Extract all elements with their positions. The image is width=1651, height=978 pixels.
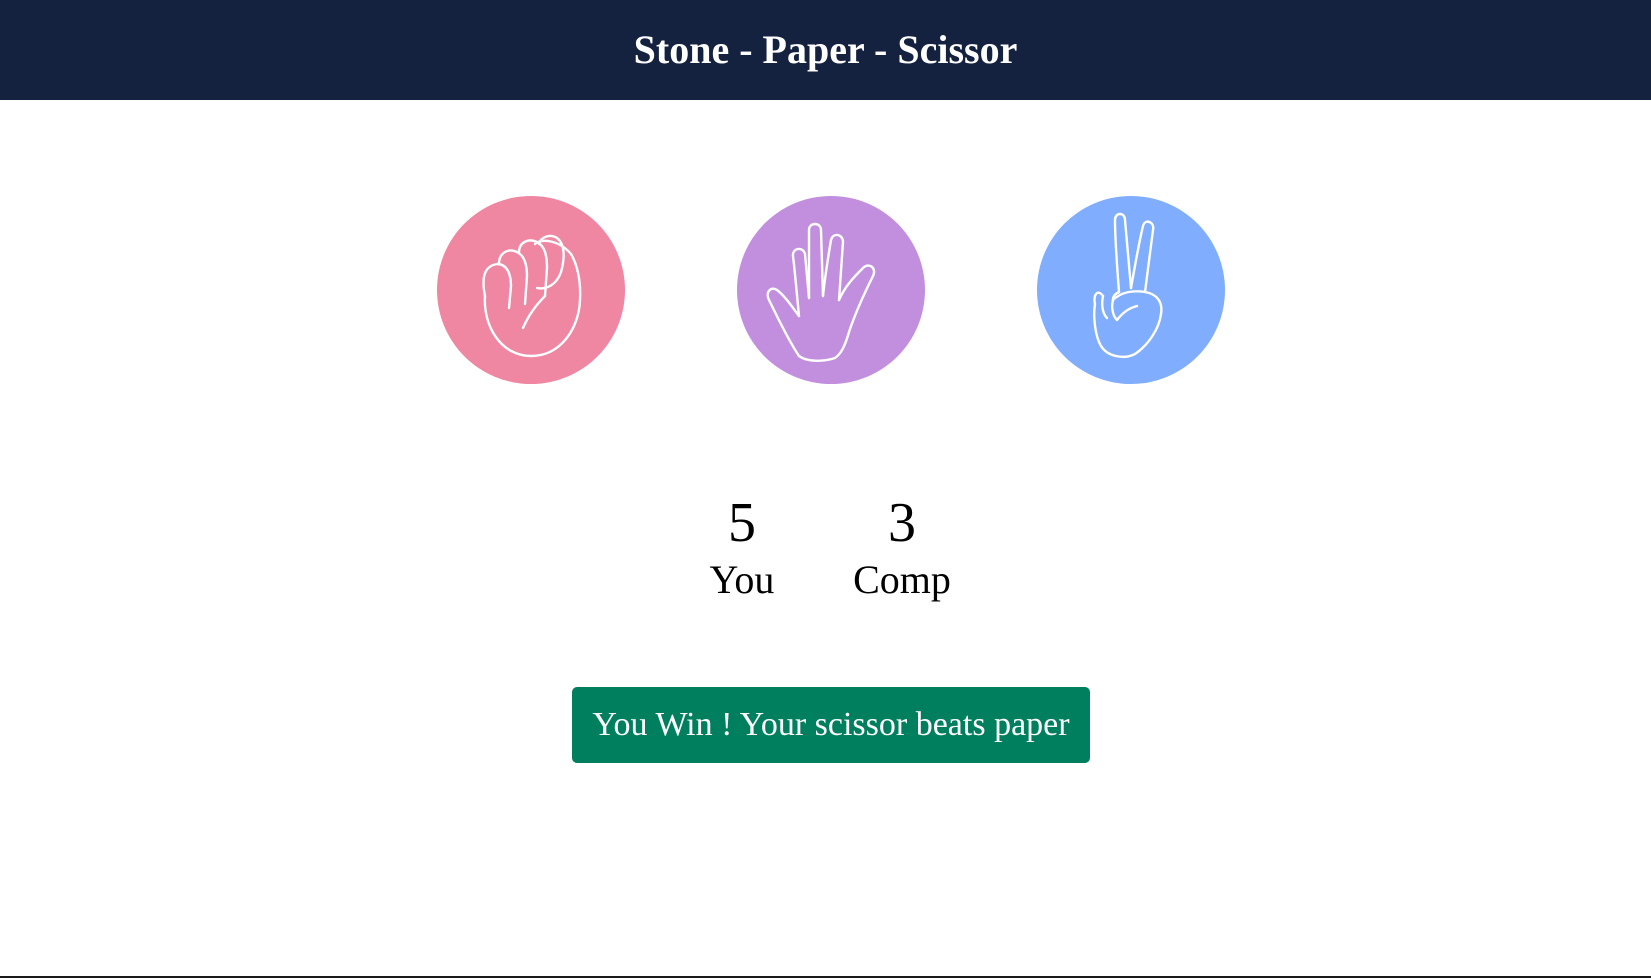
fist-icon bbox=[437, 196, 625, 384]
paper-choice-button[interactable] bbox=[737, 196, 925, 384]
user-score: 5 bbox=[728, 492, 756, 554]
comp-score: 3 bbox=[888, 492, 916, 554]
comp-score-label: Comp bbox=[853, 557, 951, 602]
open-hand-icon bbox=[737, 196, 925, 384]
user-score-block: 5 You bbox=[690, 490, 794, 604]
user-score-label: You bbox=[709, 557, 775, 602]
header-bar: Stone - Paper - Scissor bbox=[0, 0, 1651, 100]
page-title: Stone - Paper - Scissor bbox=[633, 26, 1018, 72]
scissor-choice-button[interactable] bbox=[1037, 196, 1225, 384]
victory-hand-icon bbox=[1037, 196, 1225, 384]
game-page: Stone - Paper - Scissor 5 You 3 Comp You… bbox=[0, 0, 1651, 978]
comp-score-block: 3 Comp bbox=[846, 490, 958, 604]
result-message: You Win ! Your scissor beats paper bbox=[572, 687, 1090, 763]
choices-container bbox=[437, 196, 1225, 384]
stone-choice-button[interactable] bbox=[437, 196, 625, 384]
result-message-text: You Win ! Your scissor beats paper bbox=[592, 706, 1070, 743]
